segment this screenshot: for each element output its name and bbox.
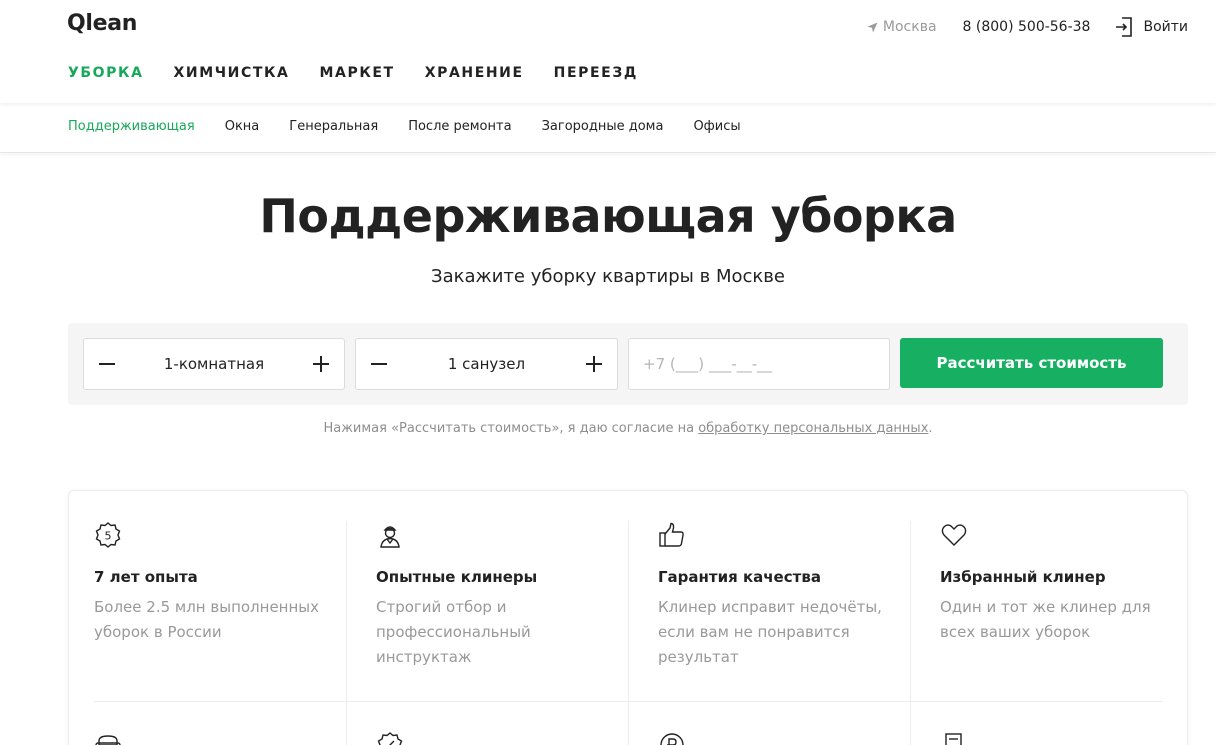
logo[interactable]: Qlean [67, 11, 137, 36]
cleaner-icon [380, 526, 400, 548]
row-divider [94, 701, 1163, 702]
rooms-value: 1-комнатная [163, 355, 265, 373]
subnav-item-general[interactable]: Генеральная [289, 119, 378, 134]
subnav-item-windows[interactable]: Окна [225, 119, 260, 134]
phone-input[interactable] [628, 338, 890, 390]
consent-text: Нажимая «Рассчитать стоимость», я даю со… [323, 421, 699, 436]
order-form: 1-комнатная 1 санузел Рассчитать стоимос… [68, 323, 1188, 405]
divider [346, 521, 347, 745]
city-selector[interactable]: Москва [867, 19, 937, 35]
svg-text:5: 5 [105, 530, 112, 543]
bathrooms-decrease-button[interactable] [368, 353, 390, 375]
main-nav: УБОРКА ХИМЧИСТКА МАРКЕТ ХРАНЕНИЕ ПЕРЕЕЗД [68, 65, 668, 81]
page-title: Поддерживающая уборка [259, 189, 957, 243]
nav-item-cleaning[interactable]: УБОРКА [68, 65, 144, 81]
feature-text: Клинер исправит недочёты, если вам не по… [658, 598, 882, 666]
heart-icon [941, 524, 967, 546]
subnav-item-country-houses[interactable]: Загородные дома [542, 119, 664, 134]
consent-note: Нажимая «Рассчитать стоимость», я даю со… [0, 421, 1216, 436]
nav-item-moving[interactable]: ПЕРЕЕЗД [554, 65, 638, 81]
subnav-item-maintenance[interactable]: Поддерживающая [68, 119, 195, 134]
nav-item-market[interactable]: МАРКЕТ [320, 65, 395, 81]
feature-title: Избранный клинер [940, 568, 1106, 586]
header: Qlean Москва 8 (800) 500-56-38 Войти УБО… [0, 0, 1216, 103]
calculate-price-button[interactable]: Рассчитать стоимость [900, 338, 1163, 388]
document-icon [945, 733, 962, 745]
subnav-item-offices[interactable]: Офисы [693, 119, 740, 134]
page-subtitle: Закажите уборку квартиры в Москве [431, 266, 785, 287]
feature-title: Опытные клинеры [376, 568, 538, 586]
feature-text: Один и тот же клинер для всех ваших убор… [940, 598, 1151, 641]
badge-5-icon: 5 [95, 522, 121, 548]
header-phone[interactable]: 8 (800) 500-56-38 [963, 19, 1091, 35]
feature-experience: 5 7 лет опыта Более 2.5 млн выполненных … [69, 521, 351, 701]
login-icon [1116, 17, 1133, 37]
feature-text: Более 2.5 млн выполненных уборок в Росси… [94, 598, 320, 641]
privacy-link[interactable]: обработку персональных данных [698, 421, 928, 436]
discount-badge-icon [377, 732, 403, 745]
bathrooms-value: 1 санузел [447, 355, 526, 373]
feature-text: Строгий отбор и профессиональный инструк… [376, 598, 531, 666]
consent-end: . [928, 421, 933, 436]
divider [628, 521, 629, 745]
sofa-icon [95, 735, 121, 745]
rooms-stepper: 1-комнатная [83, 338, 345, 390]
features-card: 5 7 лет опыта Более 2.5 млн выполненных … [68, 490, 1188, 745]
rooms-decrease-button[interactable] [96, 353, 118, 375]
city-label: Москва [882, 19, 937, 35]
thumbs-up-icon [659, 522, 684, 547]
feature-title: 7 лет опыта [94, 568, 198, 586]
ruble-icon [660, 733, 684, 745]
feature-quality: Гарантия качества Клинер исправит недочё… [633, 521, 915, 701]
subnav-item-after-repair[interactable]: После ремонта [408, 119, 511, 134]
feature-title: Гарантия качества [658, 568, 821, 586]
feature-favorite: Избранный клинер Один и тот же клинер дл… [915, 521, 1197, 701]
login-label: Войти [1143, 19, 1188, 35]
divider [910, 521, 911, 745]
feature-cleaners: Опытные клинеры Строгий отбор и професси… [351, 521, 633, 701]
bathrooms-stepper: 1 санузел [355, 338, 618, 390]
bathrooms-increase-button[interactable] [583, 353, 605, 375]
login-button[interactable]: Войти [1115, 17, 1188, 37]
nav-item-dry-cleaning[interactable]: ХИМЧИСТКА [174, 65, 290, 81]
header-right: Москва 8 (800) 500-56-38 Войти [867, 16, 1188, 38]
rooms-increase-button[interactable] [310, 353, 332, 375]
location-arrow-icon [867, 22, 878, 32]
nav-item-storage[interactable]: ХРАНЕНИЕ [425, 65, 524, 81]
sub-nav: Поддерживающая Окна Генеральная После ре… [0, 103, 1216, 153]
